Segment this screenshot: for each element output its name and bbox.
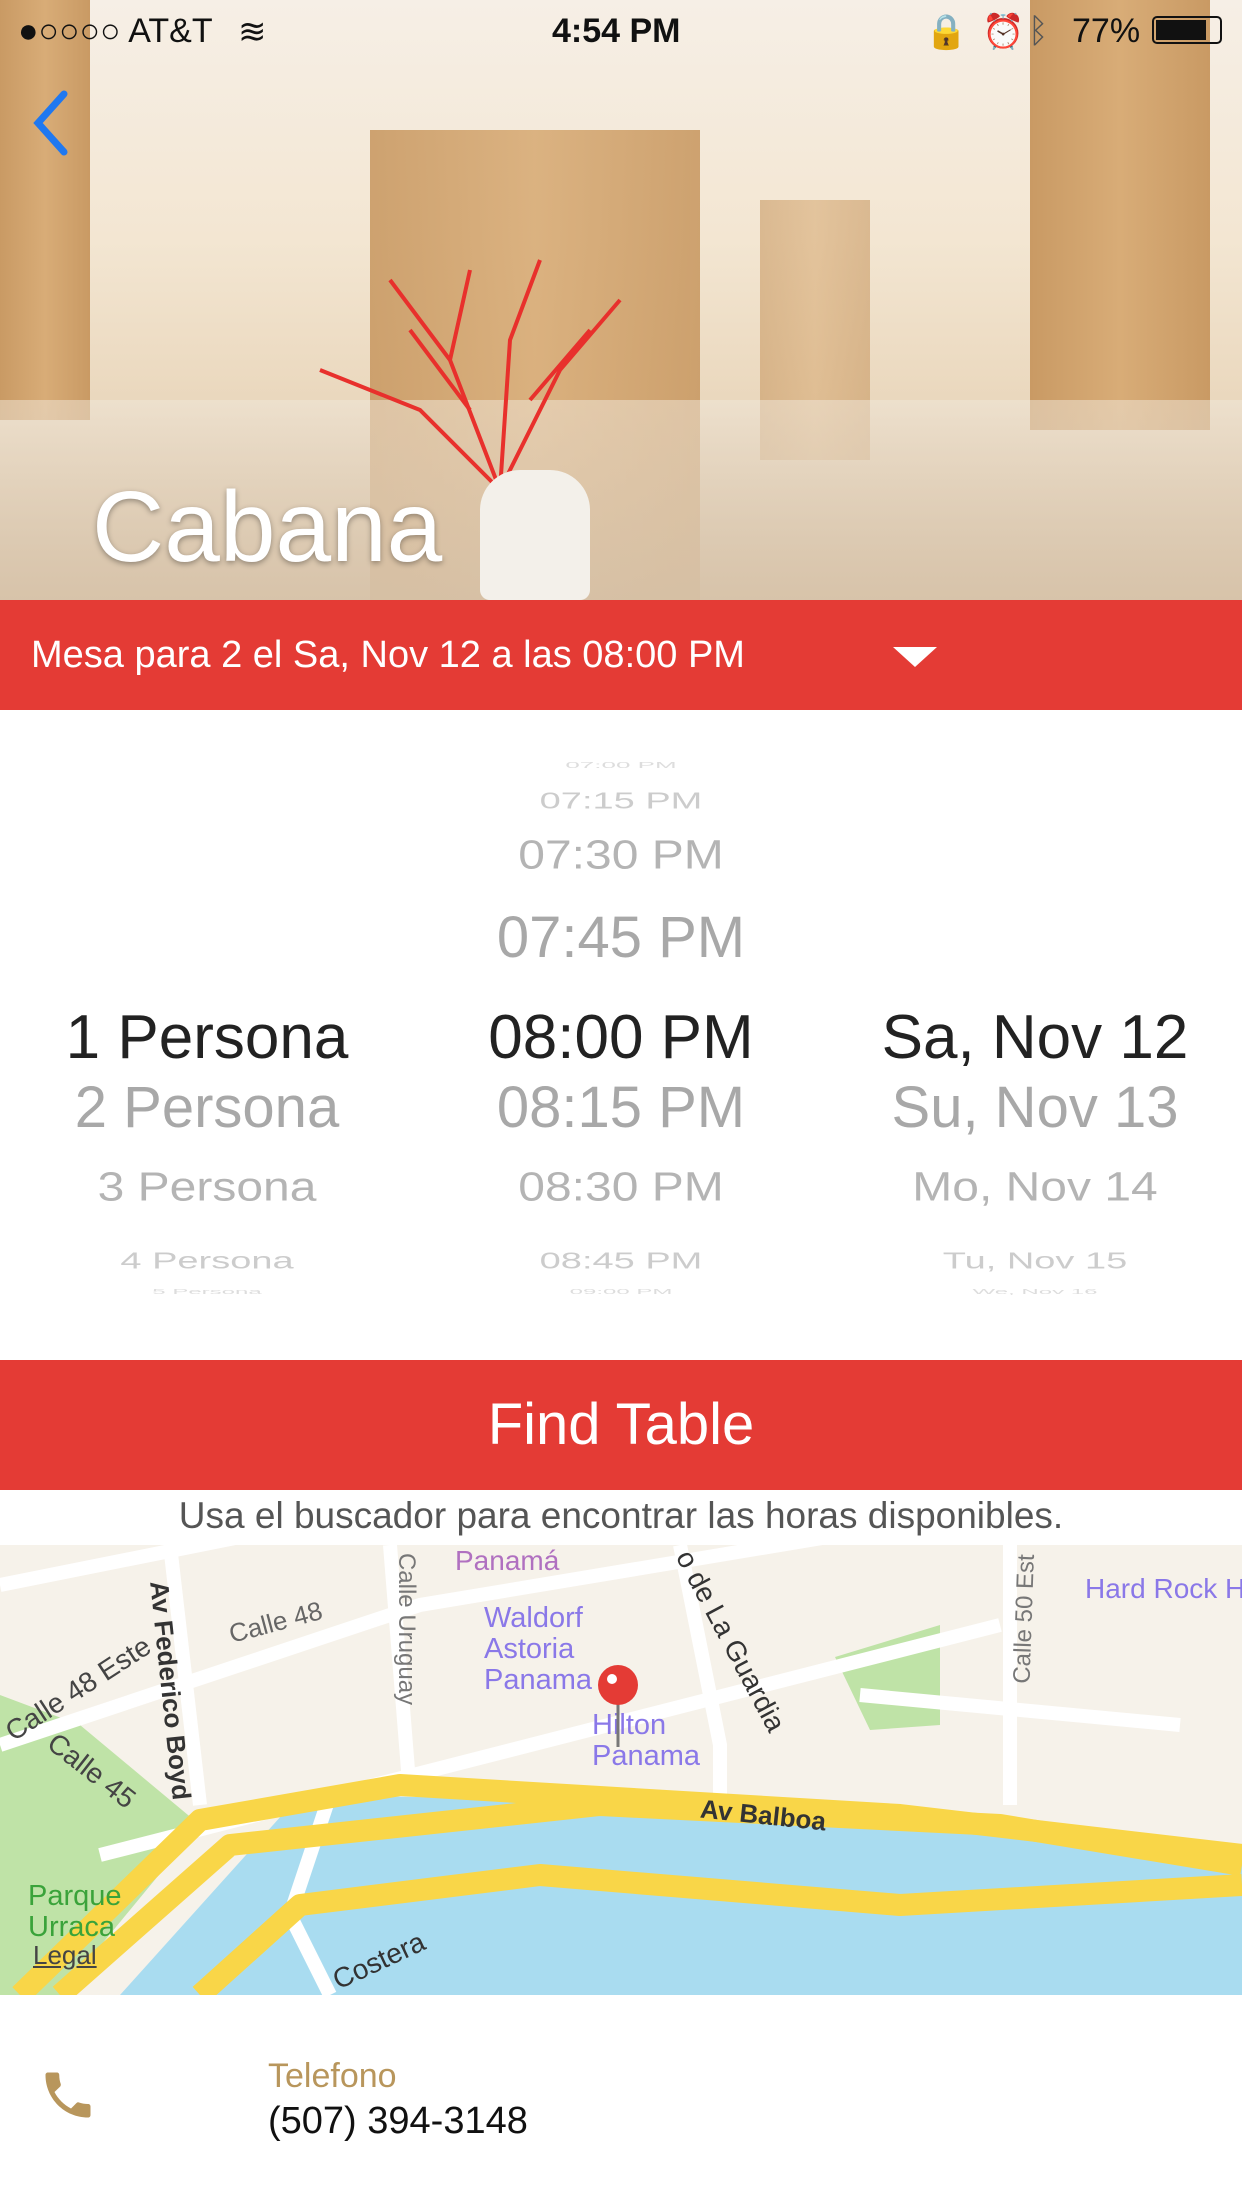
- phone-icon: [45, 2072, 91, 2118]
- picker-item-selected[interactable]: 1 Persona: [0, 1002, 414, 1073]
- picker-item[interactable]: 08:30 PM: [414, 1164, 828, 1211]
- bluetooth-icon: ᛒ: [1028, 12, 1049, 50]
- picker-item-selected[interactable]: 08:00 PM: [414, 1002, 828, 1073]
- picker-item[interactable]: Tu, Nov 15: [828, 1249, 1242, 1275]
- park-label: Parque Urraca: [28, 1880, 122, 1943]
- hotel-label-hardrock[interactable]: Hard Rock Hotel Panamá Megapolis: [1085, 1573, 1242, 1604]
- time-wheel[interactable]: 07:00 PM 07:15 PM 07:30 PM 07:45 PM 08:0…: [414, 710, 828, 1360]
- picker-item[interactable]: 07:45 PM: [414, 904, 828, 971]
- location-map[interactable]: Panamá Calle 48 Calle 48 Este Av Federic…: [0, 1545, 1242, 1995]
- status-bar: ●○○○○ AT&T ≋ 4:54 PM 🔒 ⏰ ᛒ 77%: [0, 0, 1242, 60]
- reservation-picker[interactable]: 1 Persona 2 Persona 3 Persona 4 Persona …: [0, 710, 1242, 1360]
- picker-item[interactable]: 08:15 PM: [414, 1074, 828, 1141]
- battery-icon: [1152, 16, 1222, 44]
- back-chevron-icon[interactable]: [28, 88, 78, 158]
- picker-item[interactable]: 4 Persona: [0, 1249, 414, 1275]
- picker-item[interactable]: 2 Persona: [0, 1074, 414, 1141]
- restaurant-title: Cabana: [92, 471, 443, 583]
- date-wheel[interactable]: Sa, Nov 12 Su, Nov 13 Mo, Nov 14 Tu, Nov…: [828, 710, 1242, 1360]
- picker-item[interactable]: 09:00 PM: [414, 1288, 828, 1296]
- phone-label: Telefono: [268, 2057, 397, 2095]
- picker-item[interactable]: 5 Persona: [0, 1288, 414, 1296]
- dropdown-triangle-icon: [893, 647, 937, 667]
- alarm-icon: ⏰: [982, 13, 1025, 51]
- map-pin-icon[interactable]: [596, 1663, 640, 1749]
- map-label: Panamá: [455, 1545, 560, 1576]
- reservation-summary-dropdown[interactable]: Mesa para 2 el Sa, Nov 12 a las 08:00 PM: [0, 600, 1242, 710]
- picker-item[interactable]: 07:15 PM: [414, 789, 828, 815]
- picker-item[interactable]: 07:00 PM: [414, 761, 828, 770]
- carrier-signal: ●○○○○ AT&T: [18, 12, 213, 50]
- map-label: Calle Uruguay: [393, 1552, 421, 1706]
- picker-item[interactable]: We, Nov 16: [828, 1288, 1242, 1296]
- party-size-wheel[interactable]: 1 Persona 2 Persona 3 Persona 4 Persona …: [0, 710, 414, 1360]
- picker-item[interactable]: 07:30 PM: [414, 832, 828, 879]
- picker-item-selected[interactable]: Sa, Nov 12: [828, 1002, 1242, 1073]
- hint-text: Usa el buscador para encontrar las horas…: [178, 1495, 1064, 1536]
- map-label: Calle 50 Est: [1008, 1553, 1040, 1685]
- battery-percent: 77%: [1072, 12, 1141, 50]
- reservation-summary-text: Mesa para 2 el Sa, Nov 12 a las 08:00 PM: [31, 634, 745, 676]
- contact-row[interactable]: Telefono (507) 394-3148: [0, 1995, 1242, 2208]
- orientation-lock-icon: 🔒: [925, 13, 968, 51]
- wifi-icon: ≋: [238, 13, 267, 51]
- find-table-button[interactable]: Find Table: [0, 1360, 1242, 1490]
- picker-item[interactable]: Su, Nov 13: [828, 1074, 1242, 1141]
- phone-number[interactable]: (507) 394-3148: [268, 2100, 528, 2143]
- hotel-label-waldorf[interactable]: Waldorf Astoria Panama: [484, 1603, 604, 1696]
- picker-item[interactable]: 3 Persona: [0, 1164, 414, 1211]
- clock: 4:54 PM: [552, 12, 681, 50]
- picker-item[interactable]: Mo, Nov 14: [828, 1164, 1242, 1211]
- legal-link[interactable]: Legal: [33, 1940, 97, 1971]
- red-branches-decoration: [319, 259, 622, 492]
- picker-item[interactable]: 08:45 PM: [414, 1249, 828, 1275]
